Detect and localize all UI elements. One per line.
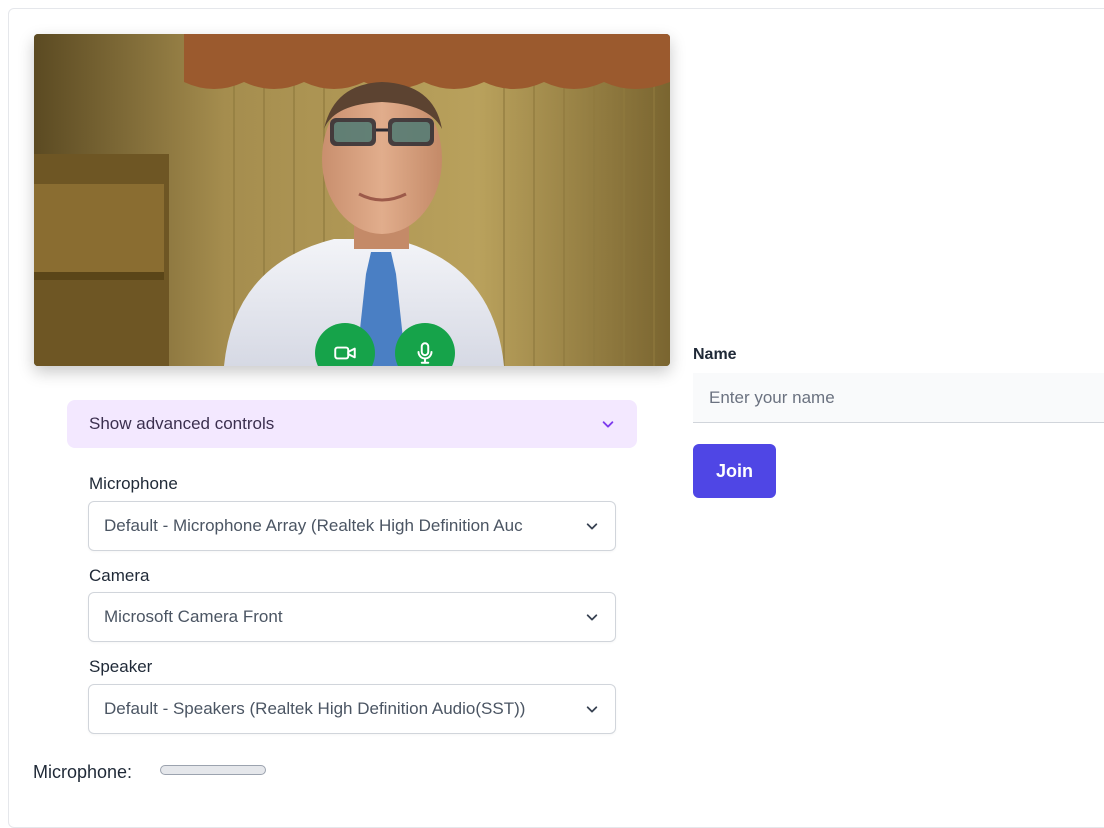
- chevron-down-icon: [585, 702, 601, 716]
- microphone-select[interactable]: Default - Microphone Array (Realtek High…: [88, 501, 616, 551]
- camera-preview-image: [34, 34, 670, 366]
- advanced-controls-toggle[interactable]: Show advanced controls: [67, 400, 637, 448]
- microphone-level-label: Microphone:: [33, 762, 133, 782]
- camera-preview: [34, 34, 670, 366]
- name-input[interactable]: [693, 373, 1104, 423]
- speaker-select[interactable]: Default - Speakers (Realtek High Definit…: [88, 684, 616, 734]
- microphone-select-value: Default - Microphone Array (Realtek High…: [104, 516, 523, 535]
- name-field-label: Name: [693, 346, 737, 363]
- camera-select-value: Microsoft Camera Front: [104, 607, 283, 626]
- camera-select-label: Camera: [89, 566, 150, 585]
- microphone-icon: [412, 340, 438, 366]
- chevron-down-icon: [601, 417, 615, 431]
- speaker-select-value: Default - Speakers (Realtek High Definit…: [104, 699, 526, 718]
- camera-select[interactable]: Microsoft Camera Front: [88, 592, 616, 642]
- microphone-select-label: Microphone: [89, 474, 178, 493]
- camera-icon: [332, 340, 358, 366]
- advanced-controls-label: Show advanced controls: [89, 414, 275, 433]
- chevron-down-icon: [585, 610, 601, 624]
- microphone-level-meter: [160, 765, 266, 775]
- join-button[interactable]: Join: [693, 444, 776, 498]
- chevron-down-icon: [585, 519, 601, 533]
- speaker-select-label: Speaker: [89, 657, 153, 676]
